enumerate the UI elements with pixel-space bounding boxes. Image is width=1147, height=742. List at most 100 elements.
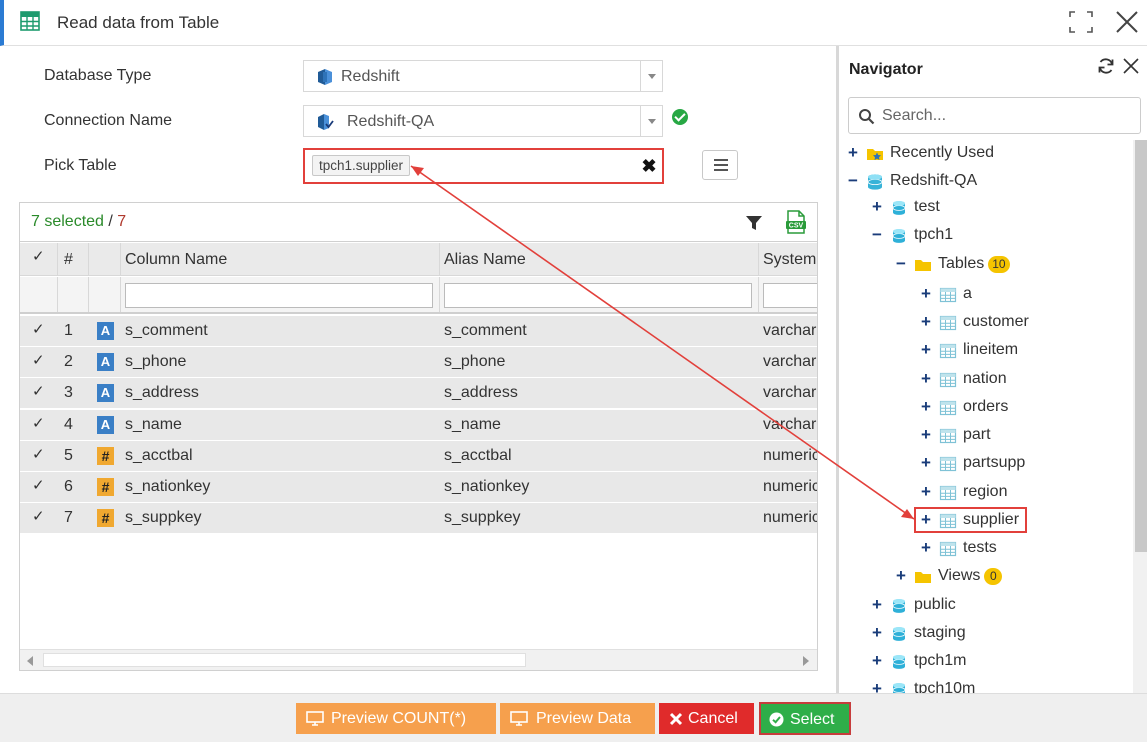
table-row[interactable]: ✓ #6 s_nationkey s_nationkey numeric: [20, 472, 817, 503]
collapse-icon[interactable]: −: [896, 255, 910, 272]
table-icon: [939, 399, 957, 417]
expand-icon[interactable]: +: [872, 596, 886, 613]
tree-item-label: customer: [963, 313, 1029, 331]
text-type-icon: A: [97, 322, 114, 340]
expand-icon[interactable]: +: [872, 680, 886, 693]
expand-icon[interactable]: +: [921, 483, 935, 500]
scroll-thumb[interactable]: [43, 653, 526, 667]
alias-name-header[interactable]: Alias Name: [440, 243, 759, 275]
cell-alias: s_nationkey: [444, 478, 530, 495]
horizontal-scrollbar[interactable]: [20, 649, 817, 670]
column-name-header[interactable]: Column Name: [121, 243, 440, 275]
collapse-icon[interactable]: −: [872, 226, 886, 243]
cell-system: numeric: [763, 478, 818, 495]
menu-line: [714, 159, 728, 161]
alias-name-filter-input[interactable]: [444, 283, 752, 308]
connection-name-value: Redshift-QA: [347, 113, 435, 130]
expand-icon[interactable]: +: [896, 567, 910, 584]
csv-export-icon[interactable]: CSV: [785, 210, 807, 234]
close-icon[interactable]: [1122, 57, 1140, 75]
row-checkbox[interactable]: ✓: [32, 322, 48, 338]
tree-item-label: tpch1: [914, 226, 953, 244]
tree-item-text: region: [963, 483, 1008, 500]
expand-icon[interactable]: +: [872, 198, 886, 215]
expand-icon[interactable]: +: [921, 313, 935, 330]
database-type-select[interactable]: Redshift: [303, 60, 663, 92]
menu-line: [714, 164, 728, 166]
tree-item-text: nation: [963, 370, 1007, 387]
close-icon[interactable]: [1114, 9, 1140, 35]
row-checkbox[interactable]: ✓: [32, 509, 48, 525]
star-folder-icon: [866, 145, 884, 163]
scroll-thumb[interactable]: [1135, 140, 1147, 552]
table-row[interactable]: ✓ A 3 s_address s_address varchar: [20, 378, 817, 410]
row-checkbox[interactable]: ✓: [32, 353, 48, 369]
expand-icon[interactable]: +: [848, 144, 862, 161]
preview-count-button[interactable]: Preview COUNT(*): [296, 703, 496, 734]
schema-icon: [890, 653, 908, 671]
row-checkbox[interactable]: ✓: [32, 446, 48, 463]
expand-icon[interactable]: +: [921, 285, 935, 302]
tree-item-text: partsupp: [963, 454, 1026, 471]
column-name-filter-input[interactable]: [125, 283, 433, 308]
row-checkbox[interactable]: ✓: [32, 478, 48, 494]
preview-count-label: Preview COUNT(*): [331, 710, 467, 727]
navigator-search[interactable]: [848, 97, 1141, 134]
expand-icon[interactable]: +: [921, 426, 935, 443]
cell-column: s_acctbal: [125, 446, 193, 464]
preview-data-button[interactable]: Preview Data: [500, 703, 655, 734]
folder-icon: [914, 568, 932, 586]
tree-item-text: Redshift-QA: [890, 172, 978, 189]
system-header[interactable]: System: [759, 243, 817, 275]
cell-num: 4: [64, 415, 73, 433]
navigator-search-input[interactable]: [882, 104, 1132, 128]
tree-item-label: a: [963, 285, 972, 303]
expand-icon[interactable]: +: [872, 652, 886, 669]
refresh-icon[interactable]: [1097, 57, 1115, 75]
system-filter-input[interactable]: [763, 283, 817, 308]
table-row[interactable]: ✓ A 4 s_name s_name varchar: [20, 409, 817, 441]
scroll-right-icon[interactable]: [803, 656, 809, 666]
row-checkbox[interactable]: ✓: [32, 415, 48, 432]
expand-icon[interactable]: +: [921, 370, 935, 387]
table-row[interactable]: ✓ #5 s_acctbal s_acctbal numeric: [20, 440, 818, 472]
expand-icon[interactable]: +: [921, 398, 935, 415]
table-row[interactable]: ✓ A 1 s_comment s_comment varchar: [20, 316, 817, 347]
selected-table-tag[interactable]: tpch1.supplier: [312, 155, 411, 176]
chevron-down-icon[interactable]: [640, 61, 662, 91]
scroll-left-icon[interactable]: [27, 656, 33, 666]
row-checkbox[interactable]: ✓: [32, 384, 48, 400]
cell-alias: s_suppkey: [444, 509, 521, 527]
window-title: Read data from Table: [57, 13, 220, 32]
type-header: [89, 243, 121, 275]
collapse-icon[interactable]: −: [848, 172, 862, 189]
alias-name-header-text: Alias Name: [444, 251, 526, 268]
tree-item-text: tpch1: [914, 226, 954, 243]
expand-icon[interactable]: +: [921, 454, 935, 471]
table-row[interactable]: ✓ A 2 s_phone s_phone varchar: [20, 347, 817, 379]
read-table-dialog: Read data from Table Database Type Redsh…: [0, 0, 1147, 742]
expand-icon[interactable]: +: [872, 624, 886, 641]
supplier-highlight: [914, 507, 1027, 533]
navigator-scrollbar[interactable]: [1133, 140, 1147, 693]
expand-icon[interactable]: +: [921, 539, 935, 556]
pick-table-input[interactable]: tpch1.supplier ✖: [303, 148, 664, 184]
select-button[interactable]: Select: [759, 702, 851, 735]
schema-icon: [890, 597, 908, 615]
database-type-label: Database Type: [44, 67, 152, 84]
chevron-down-icon[interactable]: [640, 106, 662, 136]
table-menu-button[interactable]: [702, 150, 738, 180]
connection-name-select[interactable]: Redshift-QA: [303, 105, 663, 137]
maximize-icon[interactable]: [1068, 10, 1094, 34]
cell-system: numeric: [763, 446, 818, 464]
clear-icon[interactable]: ✖: [640, 156, 658, 176]
connection-ok-icon: [672, 109, 688, 125]
select-all-checkbox[interactable]: ✓: [32, 249, 48, 265]
table-row[interactable]: ✓ #7 s_suppkey s_suppkey numeric: [20, 503, 817, 535]
cell-column: s_nationkey: [125, 478, 211, 495]
cancel-button[interactable]: Cancel: [659, 703, 754, 734]
text-type-icon: A: [97, 384, 114, 403]
count-badge: 10: [988, 256, 1010, 273]
filter-icon[interactable]: [744, 213, 764, 233]
expand-icon[interactable]: +: [921, 341, 935, 358]
